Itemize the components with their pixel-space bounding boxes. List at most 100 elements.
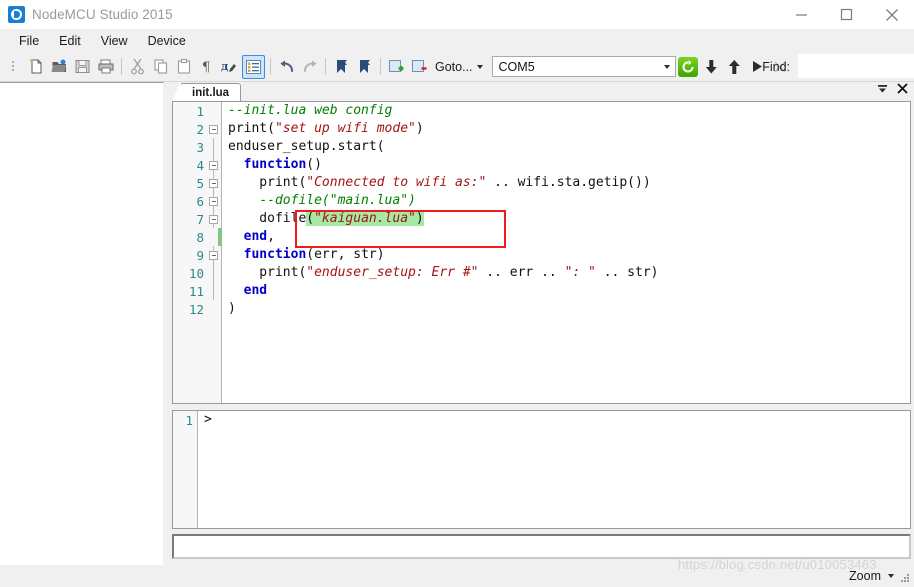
code-line[interactable]: end (222, 282, 910, 300)
code-token: print( (228, 121, 275, 136)
menu-item-device[interactable]: Device (139, 32, 195, 50)
console-pane: 1 > (172, 404, 911, 565)
minimize-button[interactable] (779, 0, 824, 29)
main-body: init.lua 1 2 3 4 5 6 7 8 9 10 11 12 --in… (0, 82, 914, 565)
copy-icon[interactable] (150, 56, 171, 78)
menu-item-file[interactable]: File (10, 32, 48, 50)
code-token: --dofile("main.lua") (259, 193, 416, 208)
code-line[interactable]: end, (222, 228, 910, 246)
gutter-line-number: 6 (173, 192, 221, 210)
code-line[interactable]: print("enduser_setup: Err #" .. err .. "… (222, 264, 910, 282)
redo-icon[interactable] (299, 56, 320, 78)
gutter-line-number: 12 (188, 301, 204, 317)
zoom-label: Zoom (849, 569, 881, 583)
status-bar: Zoom (0, 565, 914, 587)
code-token: "enduser_setup: Err #" (306, 265, 479, 280)
chevron-down-icon[interactable] (663, 57, 670, 76)
pilcrow-icon[interactable]: ¶ (196, 56, 217, 78)
toolbar: ¶ д Goto... COM5 Find: (0, 52, 914, 82)
new-file-icon[interactable] (26, 56, 47, 78)
code-token: ) (415, 121, 424, 136)
menu-item-view[interactable]: View (92, 32, 137, 50)
console-gutter: 1 (173, 411, 198, 528)
console-output[interactable]: 1 > (172, 410, 911, 529)
gutter-line-number: 7 (173, 210, 221, 228)
editor-pane: init.lua 1 2 3 4 5 6 7 8 9 10 11 12 --in… (164, 82, 914, 565)
code-editor[interactable]: 1 2 3 4 5 6 7 8 9 10 11 12 --init.lua web config pri… (172, 101, 911, 404)
fold-guide-line (213, 138, 214, 156)
print-icon[interactable] (95, 56, 116, 78)
list-view-icon[interactable] (242, 54, 265, 79)
code-token: end (243, 283, 268, 298)
syntax-icon[interactable]: д (219, 56, 240, 78)
fold-toggle-icon[interactable] (209, 179, 218, 188)
code-token: ( (306, 211, 315, 226)
bookmark-next-icon[interactable] (354, 56, 375, 78)
fold-toggle-icon[interactable] (209, 197, 218, 206)
console-line-number: 1 (185, 412, 193, 428)
zoom-control[interactable]: Zoom (849, 569, 894, 583)
fold-toggle-icon[interactable] (209, 125, 218, 134)
code-line[interactable]: function(err, str) (222, 246, 910, 264)
bookmark-toggle-icon[interactable] (331, 56, 352, 78)
save-file-icon[interactable] (72, 56, 93, 78)
code-token: () (306, 157, 322, 172)
add-file-icon[interactable] (386, 56, 407, 78)
undo-icon[interactable] (276, 56, 297, 78)
svg-text:¶: ¶ (202, 60, 210, 75)
command-input[interactable] (172, 534, 911, 559)
toolbar-separator (121, 58, 122, 75)
download-icon[interactable] (701, 56, 722, 78)
find-label: Find: (762, 59, 790, 74)
code-token: ) (228, 301, 236, 316)
cut-icon[interactable] (127, 56, 148, 78)
code-token: ) (415, 211, 424, 226)
code-line[interactable]: enduser_setup.start( (222, 138, 910, 156)
find-input[interactable] (798, 54, 914, 78)
close-button[interactable] (869, 0, 914, 29)
serial-port-combobox[interactable]: COM5 (491, 56, 676, 77)
toolbar-separator-3 (325, 58, 326, 75)
code-line[interactable]: print("set up wifi mode") (222, 120, 910, 138)
code-line[interactable]: ) (222, 300, 910, 318)
code-line[interactable]: --init.lua web config (222, 102, 910, 120)
remove-file-icon[interactable] (409, 56, 430, 78)
fold-toggle-icon[interactable] (209, 251, 218, 260)
toolbar-grip[interactable] (3, 56, 24, 78)
maximize-button[interactable] (824, 0, 869, 29)
fold-toggle-icon[interactable] (209, 215, 218, 224)
code-line[interactable]: function() (222, 156, 910, 174)
tab-init-lua[interactable]: init.lua (180, 83, 242, 101)
code-area[interactable]: --init.lua web config print("set up wifi … (222, 102, 910, 403)
code-line[interactable]: print("Connected to wifi as:" .. wifi.st… (222, 174, 910, 192)
resize-grip-icon[interactable] (900, 573, 910, 583)
code-token: end (243, 229, 268, 244)
gutter-line-number: 1 (196, 103, 204, 119)
upload-icon[interactable] (724, 56, 745, 78)
code-line[interactable]: dofile("kaiguan.lua") (222, 210, 910, 228)
open-file-icon[interactable] (49, 56, 70, 78)
code-token: .. err .. (478, 265, 565, 280)
tab-list-icon[interactable] (876, 82, 889, 100)
fold-guide-line (213, 264, 214, 282)
paste-icon[interactable] (173, 56, 194, 78)
code-token: .. wifi.sta.getip()) (486, 175, 651, 190)
tab-strip: init.lua (172, 82, 911, 101)
code-token: dofile (228, 211, 307, 226)
window-controls (779, 0, 914, 29)
goto-button[interactable]: Goto... (431, 56, 488, 78)
refresh-port-button[interactable] (677, 56, 698, 77)
window-title: NodeMCU Studio 2015 (32, 7, 173, 22)
fold-toggle-icon[interactable] (209, 161, 218, 170)
menu-item-edit[interactable]: Edit (50, 32, 90, 50)
console-body: > (198, 411, 910, 528)
code-line[interactable]: --dofile("main.lua") (222, 192, 910, 210)
code-token: "kaiguan.lua" (314, 211, 416, 226)
code-token: function (243, 157, 307, 172)
close-tab-icon[interactable] (896, 82, 909, 100)
chevron-down-icon[interactable] (888, 574, 894, 578)
file-explorer-panel[interactable] (0, 82, 164, 565)
